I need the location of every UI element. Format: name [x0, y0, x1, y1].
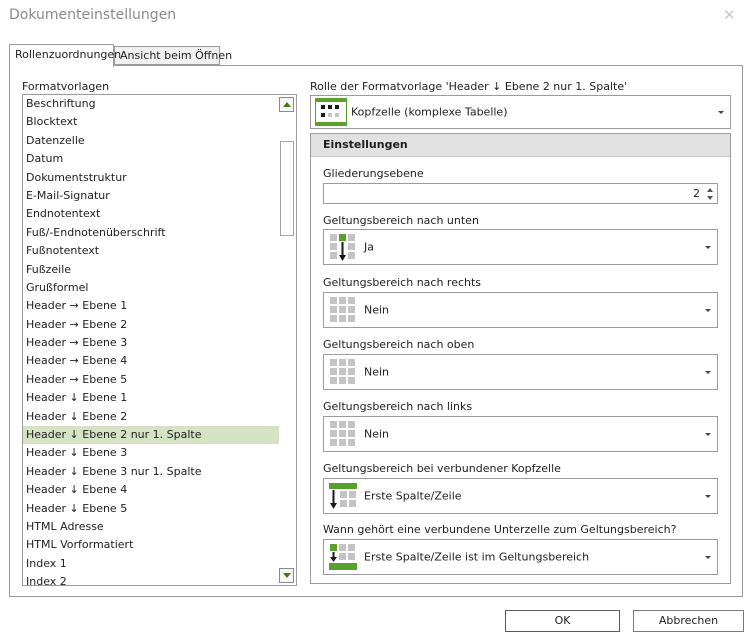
list-item[interactable]: Header ↓ Ebene 2 — [23, 408, 279, 426]
list-item[interactable]: Fuß/-Endnotenüberschrift — [23, 224, 279, 242]
dropdown-arrow-icon — [705, 495, 711, 498]
list-item[interactable]: Fußnotentext — [23, 242, 279, 260]
unten-label: Geltungsbereich nach unten — [323, 214, 479, 227]
list-item[interactable]: Header → Ebene 3 — [23, 334, 279, 352]
dropdown-arrow-icon — [718, 111, 724, 114]
list-item[interactable]: HTML Adresse — [23, 518, 279, 536]
list-scrollbar[interactable] — [279, 95, 296, 585]
verbunden-value: Erste Spalte/Zeile — [364, 489, 462, 503]
list-item[interactable]: E-Mail-Signatur — [23, 187, 279, 205]
unten-combo[interactable]: Ja — [323, 229, 718, 265]
unten-value: Ja — [364, 240, 374, 254]
links-combo[interactable]: Nein — [323, 416, 718, 452]
list-items: Beschriftung Blocktext Datenzelle Datum Doku… — [23, 95, 279, 585]
list-item[interactable]: Index 2 — [23, 573, 279, 585]
rolle-value: Kopfzelle (komplexe Tabelle) — [351, 105, 508, 119]
arrow-up-icon — [283, 102, 291, 107]
dialog-title: Dokumenteinstellungen — [9, 7, 177, 23]
list-item[interactable]: Fußzeile — [23, 261, 279, 279]
list-item[interactable]: Grußformel — [23, 279, 279, 297]
merged-subcell-scope-icon — [329, 544, 357, 570]
dropdown-arrow-icon — [705, 309, 711, 312]
list-item[interactable]: Header ↓ Ebene 1 — [23, 389, 279, 407]
scroll-thumb[interactable] — [280, 141, 294, 236]
list-item[interactable]: Header ↓ Ebene 3 nur 1. Spalte — [23, 463, 279, 481]
einstellungen-title: Einstellungen — [323, 138, 408, 151]
list-item[interactable]: Blocktext — [23, 113, 279, 131]
dropdown-arrow-icon — [705, 371, 711, 374]
list-item[interactable]: Endnotentext — [23, 205, 279, 223]
scroll-up-button[interactable] — [279, 97, 294, 112]
scope-none-icon — [330, 421, 355, 446]
tab-ansicht-beim-oeffnen[interactable]: Ansicht beim Öffnen — [114, 46, 232, 65]
unterzelle-combo[interactable]: Erste Spalte/Zeile ist im Geltungsbereic… — [323, 539, 718, 575]
gliederung-value: 2 — [693, 187, 700, 200]
list-item[interactable]: Header → Ebene 5 — [23, 371, 279, 389]
rechts-combo[interactable]: Nein — [323, 292, 718, 328]
rechts-label: Geltungsbereich nach rechts — [323, 276, 482, 289]
einstellungen-header: Einstellungen — [311, 134, 730, 157]
gliederung-label: Gliederungsebene — [323, 167, 424, 180]
verbunden-combo[interactable]: Erste Spalte/Zeile — [323, 478, 718, 514]
formatvorlagen-label: Formatvorlagen — [22, 80, 110, 93]
dropdown-arrow-icon — [705, 433, 711, 436]
rolle-label: Rolle der Formatvorlage 'Header ↓ Ebene … — [310, 80, 628, 93]
oben-label: Geltungsbereich nach oben — [323, 338, 475, 351]
verbunden-label: Geltungsbereich bei verbundener Kopfzell… — [323, 462, 561, 475]
unterzelle-label: Wann gehört eine verbundene Unterzelle z… — [323, 523, 677, 536]
unterzelle-value: Erste Spalte/Zeile ist im Geltungsbereic… — [364, 550, 590, 564]
ok-button[interactable]: OK — [505, 610, 620, 632]
list-item[interactable]: Header ↓ Ebene 5 — [23, 500, 279, 518]
spin-up-icon[interactable] — [707, 188, 713, 192]
list-item[interactable]: Datum — [23, 150, 279, 168]
list-item[interactable]: Header → Ebene 4 — [23, 352, 279, 370]
list-item[interactable]: Beschriftung — [23, 95, 279, 113]
scroll-down-button[interactable] — [279, 568, 294, 583]
list-item[interactable]: Header ↓ Ebene 4 — [23, 481, 279, 499]
scope-none-icon — [330, 297, 355, 322]
links-value: Nein — [364, 427, 390, 441]
scope-down-icon — [330, 234, 355, 261]
dropdown-arrow-icon — [705, 246, 711, 249]
formatvorlagen-list[interactable]: Beschriftung Blocktext Datenzelle Datum Doku… — [22, 94, 297, 586]
list-item[interactable]: HTML Vorformatiert — [23, 536, 279, 554]
rechts-value: Nein — [364, 303, 390, 317]
arrow-down-icon — [283, 573, 291, 578]
scope-none-icon — [330, 359, 355, 384]
spin-down-icon[interactable] — [707, 196, 713, 200]
list-item[interactable]: Dokumentstruktur — [23, 169, 279, 187]
dropdown-arrow-icon — [705, 556, 711, 559]
oben-value: Nein — [364, 365, 390, 379]
oben-combo[interactable]: Nein — [323, 354, 718, 390]
list-item[interactable]: Header ↓ Ebene 2 nur 1. Spalte — [23, 426, 279, 445]
gliederung-spinner[interactable]: 2 — [323, 183, 718, 204]
cancel-button[interactable]: Abbrechen — [633, 610, 744, 632]
rolle-combo[interactable]: Kopfzelle (komplexe Tabelle) — [310, 95, 731, 129]
close-icon[interactable]: ✕ — [723, 6, 736, 24]
links-label: Geltungsbereich nach links — [323, 400, 473, 413]
merged-header-scope-icon — [329, 483, 357, 509]
list-item[interactable]: Header ↓ Ebene 3 — [23, 444, 279, 462]
list-item[interactable]: Index 1 — [23, 555, 279, 573]
list-item[interactable]: Datenzelle — [23, 132, 279, 150]
list-item[interactable]: Header → Ebene 1 — [23, 297, 279, 315]
tab-rollenzuordnungen[interactable]: Rollenzuordnungen — [9, 44, 121, 67]
header-cell-icon — [315, 98, 347, 126]
list-item[interactable]: Header → Ebene 2 — [23, 316, 279, 334]
